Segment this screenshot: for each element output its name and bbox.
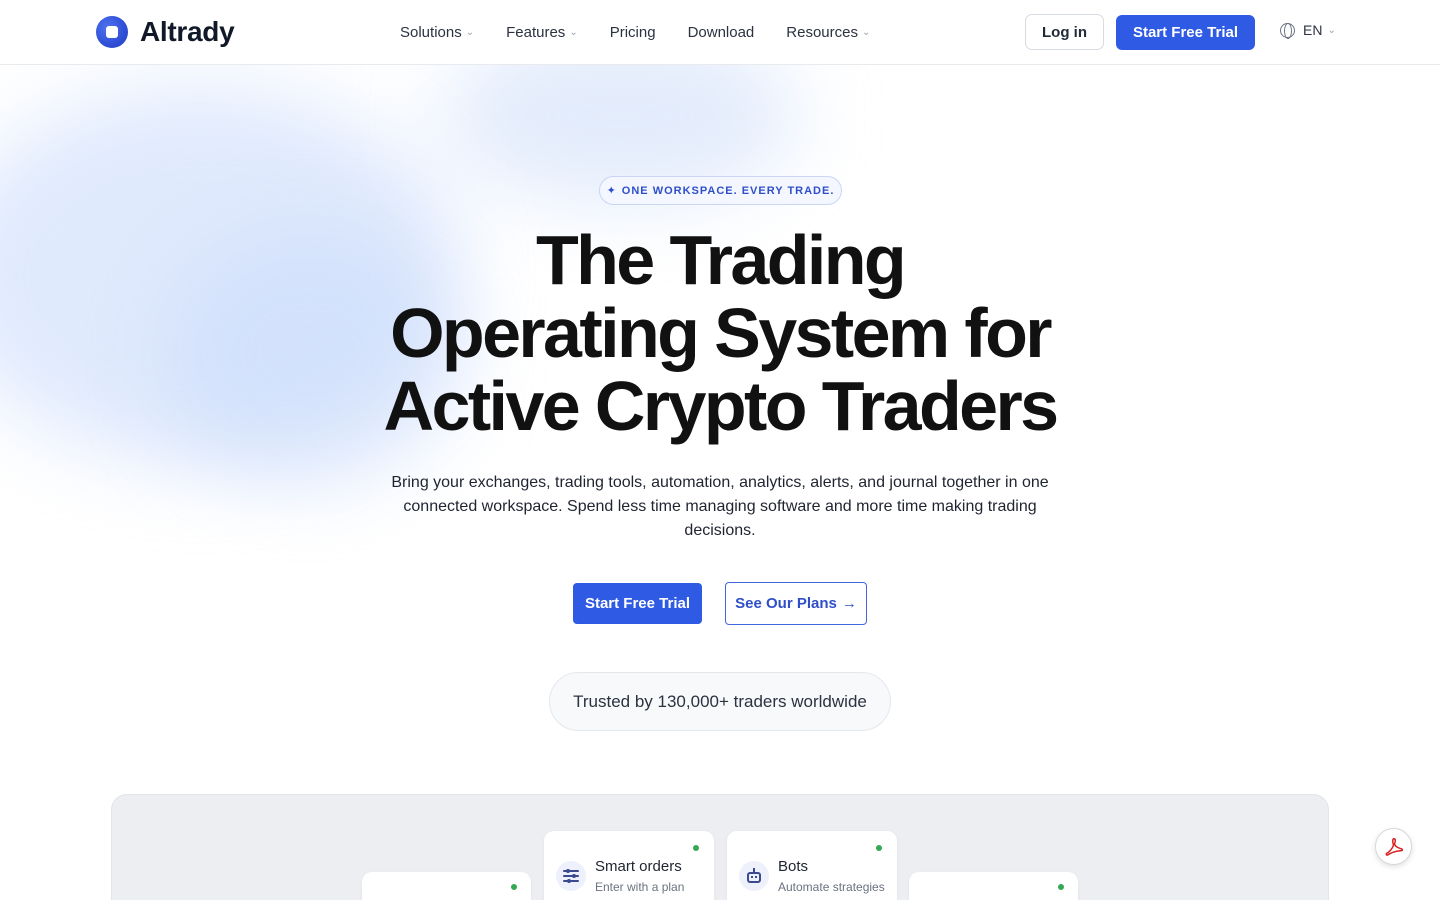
- app-preview: Smart orders Enter with a plan Bots Auto…: [111, 794, 1329, 900]
- robot-icon: [739, 861, 769, 891]
- hero-title-line: Active Crypto Traders: [383, 367, 1059, 445]
- nav-item-features[interactable]: Features ⌄: [506, 24, 578, 41]
- logo-mark-icon: [96, 16, 128, 48]
- feature-card: [909, 872, 1078, 900]
- sparkle-icon: ✦: [606, 185, 617, 197]
- start-free-trial-button[interactable]: Start Free Trial: [573, 583, 702, 624]
- hero-title-line: Operating System for: [390, 294, 1052, 372]
- feature-card-bots[interactable]: Bots Automate strategies: [727, 831, 897, 900]
- status-dot: [876, 845, 882, 851]
- pdf-icon: [1385, 837, 1403, 856]
- chevron-down-icon: ⌄: [465, 26, 475, 38]
- hero-subtitle: Bring your exchanges, trading tools, aut…: [391, 474, 1049, 539]
- hero-badge-text: ONE WORKSPACE. EVERY TRADE.: [621, 184, 835, 197]
- status-dot: [1058, 884, 1064, 890]
- card-description: Automate strategies: [778, 880, 885, 894]
- pdf-button[interactable]: [1375, 828, 1412, 865]
- login-button[interactable]: Log in: [1025, 14, 1104, 50]
- trusted-badge: Trusted by 130,000+ traders worldwide: [549, 672, 891, 731]
- main-nav: Solutions ⌄ Features ⌄ Pricing Download …: [400, 0, 902, 64]
- site-header: Altrady Solutions ⌄ Features ⌄ Pricing D…: [0, 0, 1440, 65]
- language-selector[interactable]: EN ⌄: [1280, 22, 1336, 39]
- feature-card: [362, 872, 531, 900]
- sliders-icon: [556, 861, 586, 891]
- feature-card-smart-orders[interactable]: Smart orders Enter with a plan: [544, 831, 714, 900]
- status-dot: [511, 884, 517, 890]
- nav-item-pricing[interactable]: Pricing: [610, 24, 656, 41]
- nav-item-resources[interactable]: Resources ⌄: [786, 24, 870, 41]
- nav-item-label: Resources: [786, 23, 858, 41]
- trusted-text: Trusted by 130,000+ traders worldwide: [573, 691, 867, 711]
- hero-title: The Trading Operating System for Active …: [320, 224, 1120, 443]
- card-description: Enter with a plan: [595, 880, 685, 894]
- see-our-plans-button[interactable]: See Our Plans →: [725, 582, 867, 625]
- chevron-down-icon: ⌄: [1327, 24, 1336, 36]
- nav-item-download[interactable]: Download: [688, 24, 755, 41]
- card-title: Smart orders: [595, 858, 682, 875]
- logo-text: Altrady: [140, 16, 235, 47]
- card-title: Bots: [778, 858, 809, 875]
- chevron-down-icon: ⌄: [569, 26, 578, 38]
- chevron-down-icon: ⌄: [861, 26, 871, 38]
- nav-item-label: Features: [506, 23, 566, 41]
- nav-item-solutions[interactable]: Solutions ⌄: [400, 24, 474, 41]
- arrow-right-icon: →: [841, 595, 857, 612]
- start-free-trial-button-header[interactable]: Start Free Trial: [1116, 15, 1255, 50]
- language-label: EN: [1303, 22, 1323, 38]
- globe-icon: [1280, 22, 1295, 39]
- status-dot: [693, 845, 699, 851]
- hero-title-line: The Trading: [535, 221, 907, 299]
- nav-item-label: Solutions: [400, 23, 462, 41]
- nav-item-label: Pricing: [609, 23, 656, 41]
- hero-badge: ✦ ONE WORKSPACE. EVERY TRADE.: [599, 176, 842, 205]
- nav-item-label: Download: [687, 23, 755, 41]
- logo[interactable]: Altrady: [96, 15, 235, 49]
- see-our-plans-label: See Our Plans: [735, 595, 837, 612]
